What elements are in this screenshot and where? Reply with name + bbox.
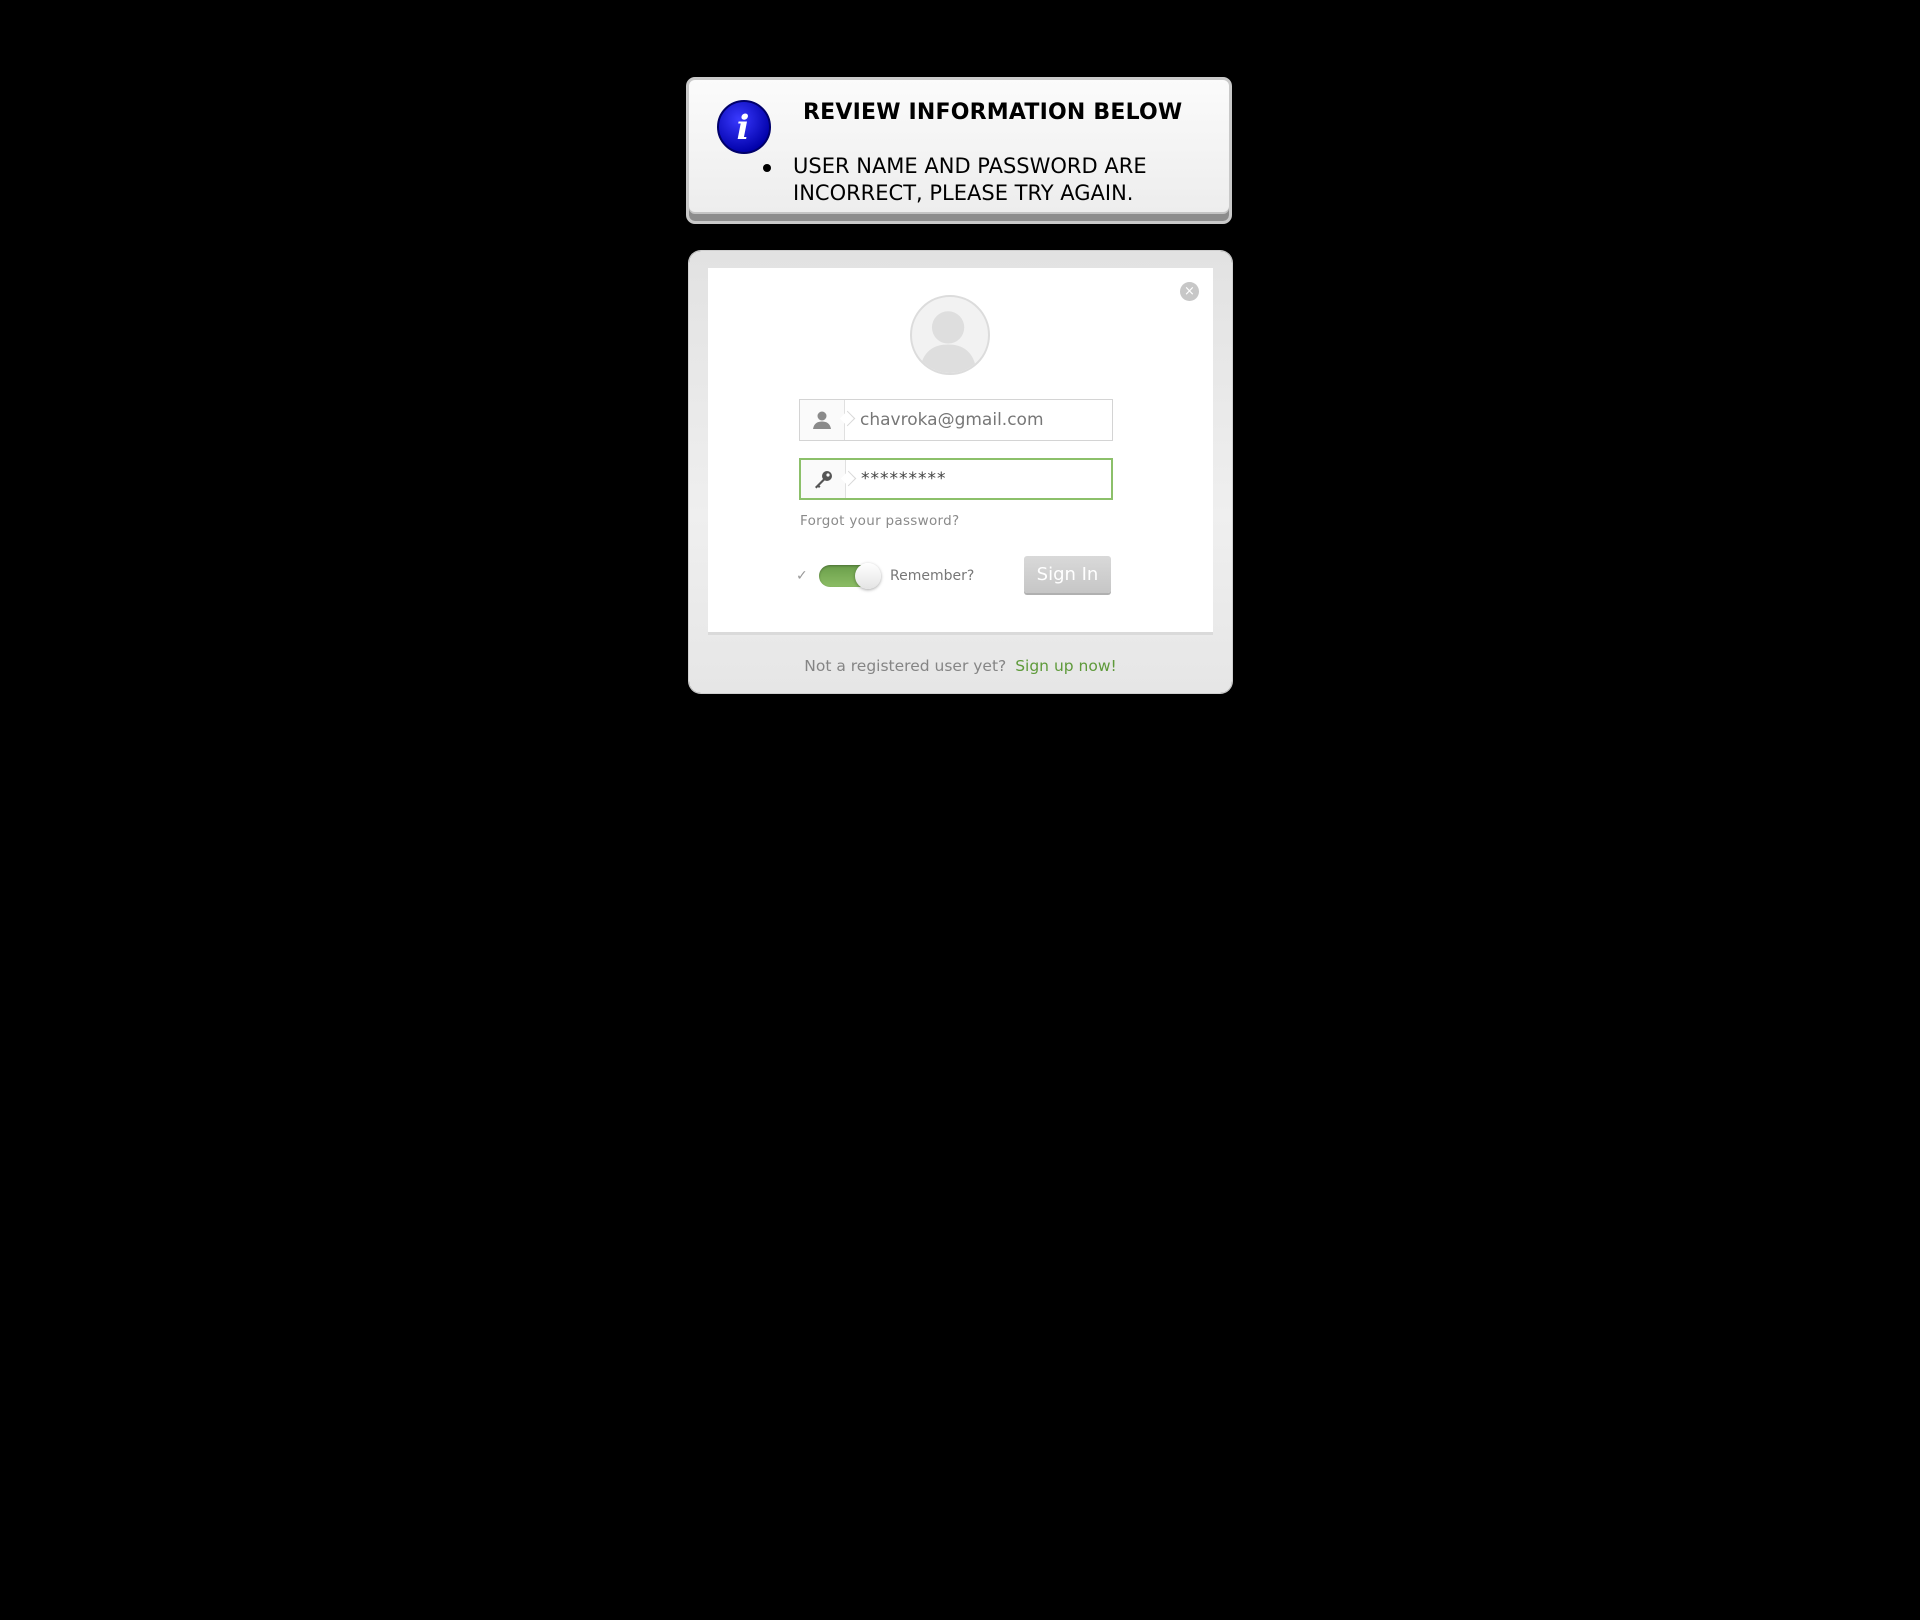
password-field: [799, 458, 1113, 500]
forgot-password-link[interactable]: Forgot your password?: [800, 513, 959, 529]
alert-title: REVIEW INFORMATION BELOW: [803, 100, 1183, 125]
username-field: [799, 399, 1113, 441]
avatar-silhouette-icon: [919, 311, 977, 373]
password-icon-cell: [801, 460, 846, 498]
svg-text:i: i: [737, 108, 750, 148]
alert-message-list: USER NAME AND PASSWORD ARE INCORRECT, PL…: [763, 153, 1173, 207]
user-icon: [813, 411, 831, 429]
avatar: [910, 295, 990, 375]
close-icon[interactable]: ×: [1180, 282, 1199, 301]
signup-prompt: Not a registered user yet?: [804, 657, 1007, 675]
password-input[interactable]: [861, 460, 1101, 498]
signup-footer: Not a registered user yet? Sign up now!: [689, 657, 1232, 675]
remember-toggle[interactable]: [819, 563, 881, 589]
toggle-knob: [855, 563, 881, 589]
login-panel: × chavroka@gmail.com ********* Forgot yo…: [689, 251, 1232, 693]
login-form: × chavroka@gmail.com ********* Forgot yo…: [708, 268, 1213, 632]
sign-in-button[interactable]: Sign In: [1024, 556, 1111, 593]
username-icon-cell: [800, 400, 845, 440]
error-alert-box: i REVIEW INFORMATION BELOW USER NAME AND…: [686, 77, 1232, 224]
key-icon: [815, 471, 832, 489]
remember-label: Remember?: [890, 568, 975, 584]
bullet-icon: [763, 164, 771, 172]
alert-message: USER NAME AND PASSWORD ARE INCORRECT, PL…: [763, 153, 1173, 207]
info-icon: i: [717, 100, 771, 154]
sign-up-link[interactable]: Sign up now!: [1015, 657, 1117, 675]
check-icon: ✓: [796, 568, 808, 584]
username-input[interactable]: [860, 400, 1100, 440]
alert-message-text: USER NAME AND PASSWORD ARE INCORRECT, PL…: [793, 154, 1147, 205]
